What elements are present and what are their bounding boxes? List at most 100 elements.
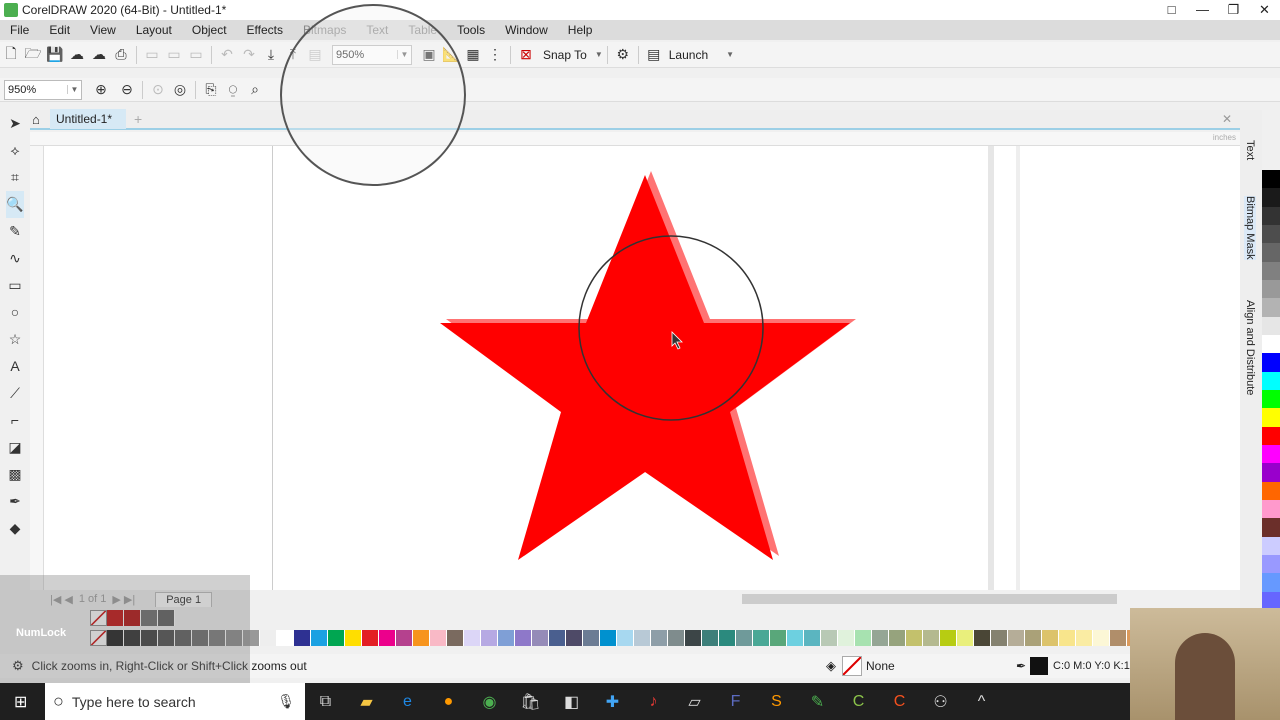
menu-effects[interactable]: Effects	[237, 23, 293, 37]
launch-icon[interactable]: ▤	[643, 46, 665, 63]
home-icon[interactable]: ⌂	[32, 112, 40, 127]
horizontal-scrollbar[interactable]	[660, 592, 1230, 606]
zoom-in-icon[interactable]: ⊕	[90, 81, 112, 98]
gear-icon[interactable]: ⚙	[612, 46, 634, 63]
print-icon[interactable]: ⎙	[110, 46, 132, 63]
crop-tool-icon[interactable]: ⌗	[11, 164, 19, 191]
snap-to-button[interactable]: Snap To	[543, 48, 587, 62]
color-swatch[interactable]	[1110, 630, 1127, 646]
parallel-dimension-icon[interactable]: ⟋	[10, 380, 20, 407]
color-swatch[interactable]	[736, 630, 753, 646]
color-swatch[interactable]	[974, 630, 991, 646]
pick-tool-icon[interactable]: ➤	[9, 110, 21, 137]
people-icon[interactable]: ⚇	[920, 692, 961, 712]
color-swatch[interactable]	[1262, 316, 1280, 335]
restore-button[interactable]: ❐	[1218, 0, 1249, 20]
chrome-icon[interactable]: ◉	[469, 692, 510, 712]
color-swatch[interactable]	[447, 630, 464, 646]
color-swatch[interactable]	[1262, 573, 1280, 592]
color-swatch[interactable]	[1042, 630, 1059, 646]
file-explorer-icon[interactable]: ▰	[346, 692, 387, 712]
color-swatch[interactable]	[872, 630, 889, 646]
launch-button[interactable]: Launch	[669, 48, 708, 62]
coreldraw-icon[interactable]: ✎	[797, 692, 838, 712]
add-tab-icon[interactable]: +	[134, 111, 142, 127]
color-swatch[interactable]	[770, 630, 787, 646]
color-swatch[interactable]	[1262, 170, 1280, 189]
color-swatch[interactable]	[532, 630, 549, 646]
color-swatch[interactable]	[1262, 408, 1280, 427]
color-swatch[interactable]	[787, 630, 804, 646]
color-swatch[interactable]	[566, 630, 583, 646]
zoom-levels-combo[interactable]: 950% ▼	[4, 79, 82, 100]
color-swatch[interactable]	[1262, 353, 1280, 372]
docker-tab-text[interactable]: Text	[1244, 140, 1256, 160]
color-swatch[interactable]	[906, 630, 923, 646]
zoom-to-page-width-icon[interactable]: ⍜	[222, 81, 244, 98]
color-swatch[interactable]	[1262, 536, 1280, 555]
color-swatch[interactable]	[1262, 224, 1280, 244]
app-icon[interactable]: ▱	[674, 692, 715, 712]
color-swatch[interactable]	[1262, 463, 1280, 482]
color-swatch[interactable]	[277, 630, 294, 646]
color-swatch[interactable]	[1262, 279, 1280, 299]
horizontal-ruler[interactable]: inches	[30, 132, 1240, 146]
zoom-to-page-height-icon[interactable]: ⌕	[244, 81, 266, 98]
color-swatch[interactable]	[362, 630, 379, 646]
menu-tools[interactable]: Tools	[447, 23, 495, 37]
fill-swatch[interactable]	[842, 656, 862, 676]
color-swatch[interactable]	[1008, 630, 1025, 646]
chevron-down-icon[interactable]: ▼	[595, 50, 603, 59]
camtasia-recorder-icon[interactable]: C	[879, 693, 920, 711]
grid-icon[interactable]: ▦	[462, 46, 484, 63]
import-icon[interactable]: ⤓	[260, 46, 282, 63]
color-swatch[interactable]	[889, 630, 906, 646]
color-swatch[interactable]	[294, 630, 311, 646]
color-swatch[interactable]	[1262, 243, 1280, 262]
color-swatch[interactable]	[396, 630, 413, 646]
cloud-upload-icon[interactable]: ☁	[88, 46, 110, 63]
task-view-icon[interactable]: ⧉	[305, 693, 346, 711]
freehand-tool-icon[interactable]: ✎	[9, 218, 21, 245]
zoom-to-selected-icon[interactable]: ⊙	[147, 81, 169, 98]
tray-chevron-icon[interactable]: ^	[961, 693, 1002, 711]
color-swatch[interactable]	[1262, 444, 1280, 464]
color-swatch[interactable]	[651, 630, 668, 646]
color-swatch[interactable]	[600, 630, 617, 646]
app-icon[interactable]: ♪	[633, 693, 674, 711]
menu-edit[interactable]: Edit	[39, 23, 80, 37]
app-icon[interactable]: ✚	[592, 692, 633, 712]
ellipse-tool-icon[interactable]: ○	[11, 299, 19, 326]
color-swatch[interactable]	[1262, 499, 1280, 519]
color-swatch[interactable]	[1262, 334, 1280, 354]
chevron-down-icon[interactable]: ▼	[726, 50, 734, 59]
color-swatch[interactable]	[260, 630, 277, 646]
interactive-fill-icon[interactable]: ◆	[10, 515, 21, 542]
color-swatch[interactable]	[1262, 481, 1280, 500]
color-swatch[interactable]	[719, 630, 736, 646]
color-swatch[interactable]	[413, 630, 430, 646]
color-swatch[interactable]	[702, 630, 719, 646]
color-swatch[interactable]	[1076, 630, 1093, 646]
open-icon[interactable]: 🗁	[22, 43, 44, 67]
close-button[interactable]: ✕	[1249, 0, 1280, 20]
windows-start-icon[interactable]: ⊞	[14, 692, 27, 712]
color-swatch[interactable]	[1262, 426, 1280, 445]
menu-help[interactable]: Help	[558, 23, 603, 37]
cloud-download-icon[interactable]: ☁	[66, 46, 88, 63]
outline-swatch[interactable]	[1030, 657, 1048, 675]
zoom-to-all-objects-icon[interactable]: ◎	[169, 81, 191, 98]
fl-studio-icon[interactable]: ●	[428, 693, 469, 711]
color-swatch[interactable]	[328, 630, 345, 646]
microphone-icon[interactable]: 🎙	[277, 693, 295, 710]
menu-object[interactable]: Object	[182, 23, 237, 37]
account-icon[interactable]: □	[1156, 0, 1187, 20]
color-swatch[interactable]	[617, 630, 634, 646]
save-icon[interactable]: 💾	[44, 46, 66, 63]
polygon-tool-icon[interactable]: ☆	[9, 326, 22, 353]
color-swatch[interactable]	[821, 630, 838, 646]
color-swatch[interactable]	[957, 630, 974, 646]
redo-icon[interactable]: ↷	[238, 46, 260, 63]
color-swatch[interactable]	[583, 630, 600, 646]
sublime-icon[interactable]: S	[756, 693, 797, 711]
